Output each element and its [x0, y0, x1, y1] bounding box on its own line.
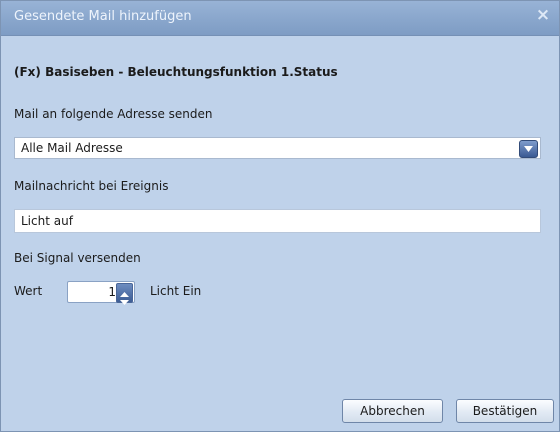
value-text: Licht Ein: [150, 284, 202, 298]
title-bar: Gesendete Mail hinzufügen ×: [1, 1, 559, 36]
send-mail-dialog: Gesendete Mail hinzufügen × (Fx) Basiseb…: [0, 0, 560, 432]
recipient-selected-value: Alle Mail Adresse: [21, 141, 123, 155]
value-label: Wert: [14, 284, 43, 298]
recipient-label: Mail an folgende Adresse senden: [14, 107, 213, 121]
spin-buttons[interactable]: [116, 283, 133, 305]
recipient-select[interactable]: Alle Mail Adresse: [14, 137, 541, 159]
value-stepper[interactable]: 1: [67, 281, 135, 305]
message-input[interactable]: Licht auf: [14, 209, 541, 233]
cancel-button[interactable]: Abbrechen: [342, 399, 443, 423]
stepper-value: 1: [108, 285, 116, 299]
signal-label: Bei Signal versenden: [14, 251, 141, 265]
message-input-value: Licht auf: [21, 214, 73, 228]
window-title: Gesendete Mail hinzufügen: [14, 9, 192, 24]
spin-down-icon[interactable]: [120, 294, 129, 308]
confirm-button[interactable]: Bestätigen: [456, 399, 554, 423]
close-icon[interactable]: ×: [533, 4, 553, 26]
message-label: Mailnachricht bei Ereignis: [14, 179, 169, 193]
function-heading: (Fx) Basiseben - Beleuchtungsfunktion 1.…: [14, 65, 338, 79]
chevron-down-icon[interactable]: [519, 140, 538, 158]
